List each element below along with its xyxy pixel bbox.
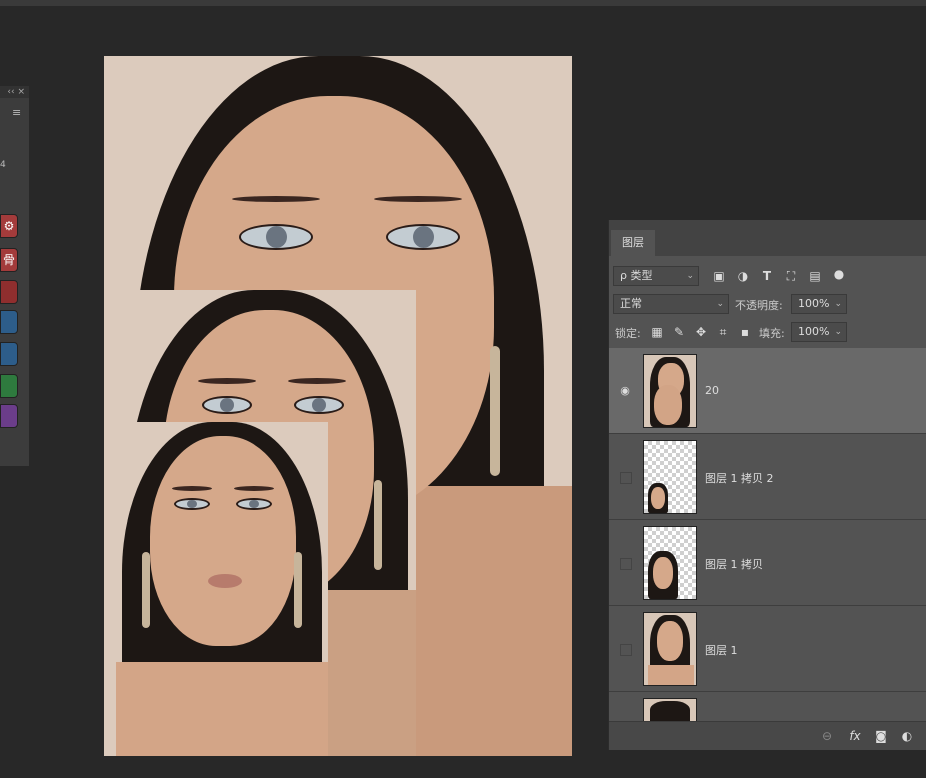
layer-row-copy-2[interactable]: 图层 1 拷贝 2 [609, 434, 926, 520]
layer-thumbnail [643, 612, 697, 686]
image-filter-icon[interactable]: ▣ [711, 268, 727, 284]
blend-mode-value: 正常 [620, 297, 642, 310]
lock-transparent-icon[interactable]: ▦ [649, 324, 665, 340]
settings-icon: ⚙ [3, 219, 15, 233]
action-button-2[interactable]: 骨 [0, 248, 18, 272]
panel-menu-icon[interactable]: ≡ [12, 106, 21, 119]
layer-thumbnail [643, 526, 697, 600]
opacity-label: 不透明度: [735, 299, 783, 312]
type-filter-icon[interactable]: T [759, 268, 775, 284]
adjustment-filter-icon[interactable]: ◑ [735, 268, 751, 284]
filter-type-dropdown[interactable]: ρ 类型 ⌄ [613, 266, 699, 286]
action-button-1[interactable]: ⚙ [0, 214, 18, 238]
mask-icon[interactable]: ◙ [873, 728, 889, 744]
chevron-down-icon: ⌄ [834, 327, 842, 337]
layers-panel: 图层 ρ 类型 ⌄ ▣ ◑ T ⛶ ▤ ● 正常 ⌄ 不透明度: 100% ⌄ 锁定:… [608, 220, 926, 750]
layer-row-20[interactable]: ◉ 20 [609, 348, 926, 434]
left-panel-header[interactable]: ‹‹ × [0, 86, 29, 98]
blend-row: 正常 ⌄ 不透明度: 100% ⌄ [609, 294, 926, 316]
link-icon[interactable]: ⊖ [819, 728, 835, 744]
lock-paint-icon[interactable]: ✎ [671, 324, 687, 340]
fx-icon[interactable]: fx [847, 728, 863, 744]
layer-name[interactable]: 图层 1 [705, 642, 738, 658]
top-menu-strip [0, 0, 926, 6]
smart-object-filter-icon[interactable]: ▤ [807, 268, 823, 284]
layer-row-copy[interactable]: 图层 1 拷贝 [609, 520, 926, 606]
lock-artboard-icon[interactable]: ⌗ [715, 324, 731, 340]
filter-toggle-icon[interactable]: ● [831, 266, 847, 282]
portrait-photo-small [116, 422, 328, 756]
layer-row-partial[interactable] [609, 692, 926, 722]
layer-thumbnail [643, 354, 697, 428]
action-button-2-label: 骨 [2, 253, 15, 267]
opacity-value: 100% [798, 297, 830, 310]
left-panel: ‹‹ × ≡ 4 ⚙ 骨 [0, 86, 29, 466]
filter-row: ρ 类型 ⌄ ▣ ◑ T ⛶ ▤ ● [609, 266, 926, 288]
lock-position-icon[interactable]: ✥ [693, 324, 709, 340]
layer-name[interactable]: 图层 1 拷贝 [705, 556, 763, 572]
opacity-field[interactable]: 100% ⌄ [791, 294, 847, 314]
visibility-toggle-empty[interactable] [620, 558, 632, 570]
tab-layers[interactable]: 图层 [611, 230, 655, 256]
adjustment-icon[interactable]: ◐ [899, 728, 915, 744]
layer-name[interactable]: 20 [705, 384, 719, 397]
action-button-5[interactable] [0, 342, 18, 366]
layer-name[interactable]: 图层 1 拷贝 2 [705, 470, 774, 486]
document-canvas[interactable] [104, 56, 572, 756]
layers-footer: ⊖ fx ◙ ◐ [609, 721, 926, 750]
action-button-7[interactable] [0, 404, 18, 428]
chevron-down-icon: ⌄ [834, 299, 842, 309]
shape-filter-icon[interactable]: ⛶ [783, 268, 799, 284]
action-button-6[interactable] [0, 374, 18, 398]
lock-all-icon[interactable]: ▪ [737, 324, 753, 340]
lock-label: 锁定: [615, 327, 641, 340]
filter-type-label: ρ 类型 [620, 269, 653, 282]
visibility-toggle-empty[interactable] [620, 472, 632, 484]
lock-row: 锁定: ▦ ✎ ✥ ⌗ ▪ 填充: 100% ⌄ [609, 322, 926, 344]
action-button-4[interactable] [0, 310, 18, 334]
panel-value: 4 [0, 160, 6, 170]
fill-label: 填充: [759, 327, 785, 340]
blend-mode-dropdown[interactable]: 正常 ⌄ [613, 294, 729, 314]
chevron-down-icon: ⌄ [716, 299, 724, 309]
visibility-toggle-empty[interactable] [620, 644, 632, 656]
action-button-3[interactable] [0, 280, 18, 304]
layer-thumbnail [643, 698, 697, 722]
layer-row-1[interactable]: 图层 1 [609, 606, 926, 692]
chevron-down-icon: ⌄ [686, 271, 694, 281]
fill-value: 100% [798, 325, 830, 338]
fill-field[interactable]: 100% ⌄ [791, 322, 847, 342]
layers-panel-tabbar: 图层 [609, 220, 926, 256]
layer-thumbnail [643, 440, 697, 514]
eye-icon[interactable]: ◉ [617, 384, 633, 398]
